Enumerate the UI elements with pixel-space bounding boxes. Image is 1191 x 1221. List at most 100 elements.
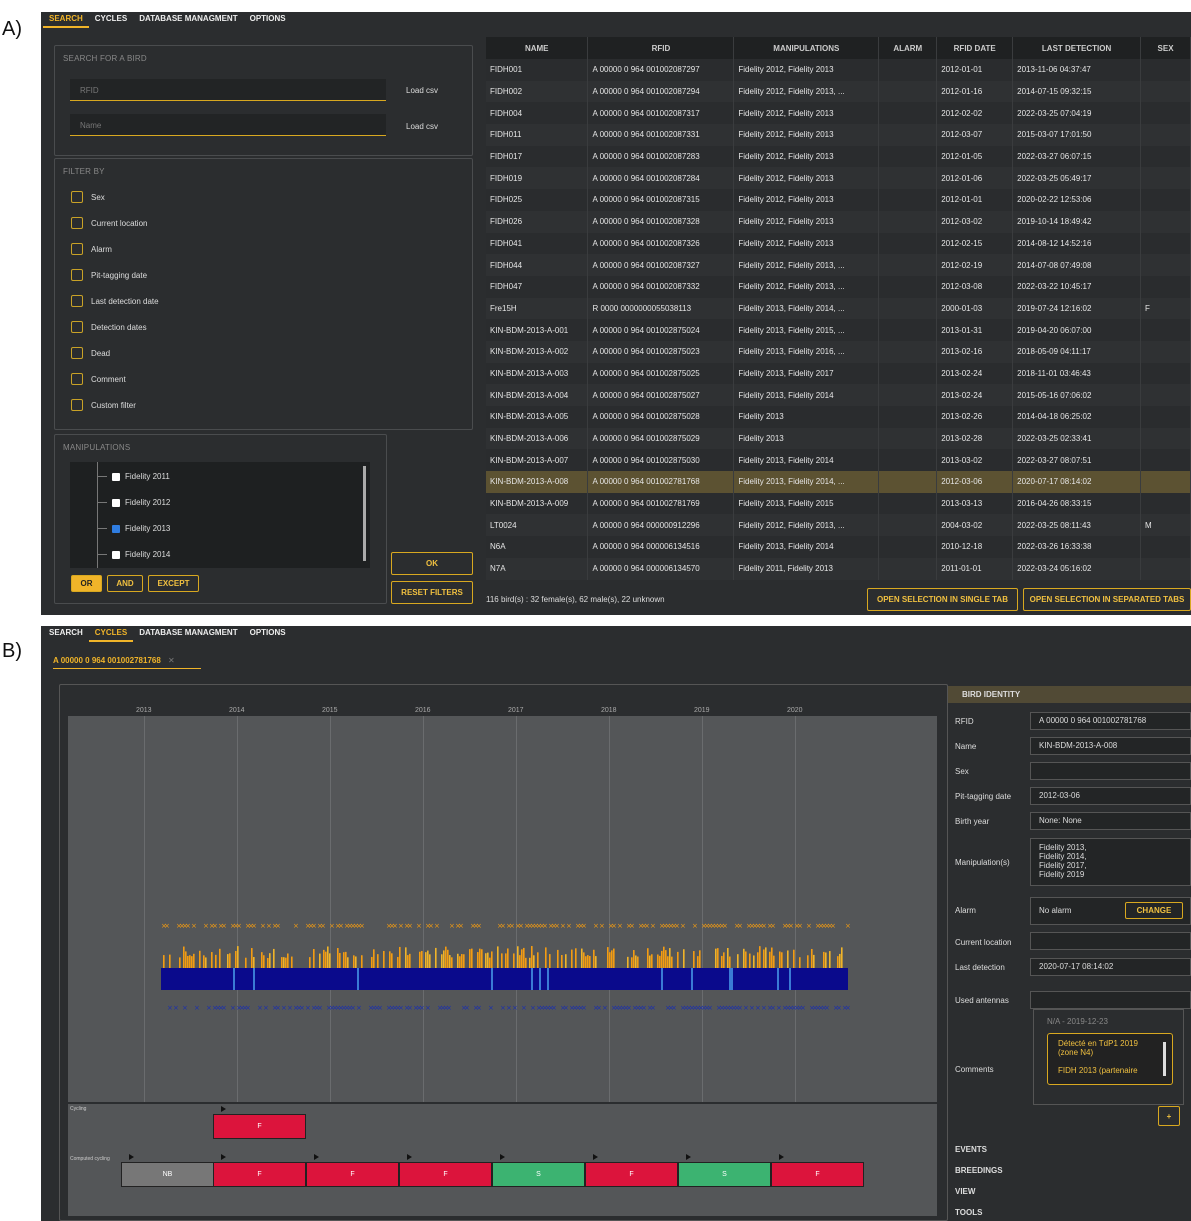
reset-filters-button[interactable]: RESET FILTERS (391, 581, 473, 604)
current-location-field[interactable] (1030, 932, 1191, 950)
menu-database[interactable]: DATABASE MANAGMENT (133, 626, 243, 642)
checkbox[interactable] (71, 191, 83, 203)
and-button[interactable]: AND (107, 575, 143, 592)
bird-tab[interactable]: A 00000 0 964 001002781768 ✕ (53, 656, 201, 669)
table-row[interactable]: FIDH002 A 00000 0 964 001002087294 Fidelit… (486, 80, 1191, 103)
table-row[interactable]: FIDH044 A 00000 0 964 001002087327 Fidelit… (486, 254, 1191, 276)
computed-cycle-segment[interactable]: F (306, 1162, 399, 1187)
cycling-segment[interactable]: F (213, 1114, 306, 1139)
checkbox[interactable] (112, 472, 120, 481)
rfid-field[interactable]: A 00000 0 964 001002781768 (1030, 712, 1191, 730)
filter-dead[interactable]: Dead (71, 347, 110, 359)
close-icon[interactable]: ✕ (168, 656, 175, 665)
checkbox[interactable] (71, 321, 83, 333)
or-button[interactable]: OR (71, 575, 102, 592)
breedings-accordion[interactable]: BREEDINGS (955, 1166, 1003, 1175)
table-row[interactable]: FIDH017 A 00000 0 964 001002087283 Fidelit… (486, 145, 1191, 168)
filter-current-location[interactable]: Current location (71, 217, 147, 229)
col-rfid-date[interactable]: RFID DATE (936, 37, 1014, 59)
last-detection-field[interactable]: 2020-07-17 08:14:02 (1030, 958, 1191, 976)
rfid-input[interactable]: RFID (70, 79, 386, 101)
filter-alarm[interactable]: Alarm (71, 243, 112, 255)
table-row[interactable]: KIN-BDM-2013-A-007 A 00000 0 964 00100287… (486, 449, 1191, 472)
table-row[interactable]: FIDH019 A 00000 0 964 001002087284 Fidelit… (486, 167, 1191, 190)
load-csv-name-button[interactable]: Load csv (406, 122, 438, 131)
tree-scrollbar[interactable] (363, 466, 366, 561)
events-accordion[interactable]: EVENTS (955, 1145, 987, 1154)
filter-last-detection-date[interactable]: Last detection date (71, 295, 159, 307)
checkbox[interactable] (112, 550, 120, 559)
filter-sex[interactable]: Sex (71, 191, 105, 203)
comment-scrollbar[interactable] (1163, 1042, 1166, 1076)
manip-item-2012[interactable]: Fidelity 2012 (97, 498, 170, 507)
load-csv-rfid-button[interactable]: Load csv (406, 86, 438, 95)
except-button[interactable]: EXCEPT (148, 575, 199, 592)
filter-custom[interactable]: Custom filter (71, 399, 136, 411)
checkbox-checked[interactable] (112, 524, 120, 533)
checkbox[interactable] (71, 217, 83, 229)
computed-cycle-segment[interactable]: F (399, 1162, 492, 1187)
name-field[interactable]: KIN-BDM-2013-A-008 (1030, 737, 1191, 755)
col-name[interactable]: NAME (486, 37, 589, 59)
tools-accordion[interactable]: TOOLS (955, 1208, 982, 1217)
table-row[interactable]: FIDH011 A 00000 0 964 001002087331 Fidelit… (486, 124, 1191, 146)
menu-options[interactable]: OPTIONS (244, 12, 292, 28)
table-row[interactable]: FIDH047 A 00000 0 964 001002087332 Fidelit… (486, 275, 1191, 298)
filter-pit-tagging-date[interactable]: Pit-tagging date (71, 269, 147, 281)
table-row[interactable]: LT0024 A 00000 0 964 000000912296 Fidelity… (486, 514, 1191, 537)
manip-item-2013[interactable]: Fidelity 2013 (97, 524, 170, 533)
pit-tagging-date-field[interactable]: 2012-03-06 (1030, 787, 1191, 805)
menu-database[interactable]: DATABASE MANAGMENT (133, 12, 243, 28)
manipulations-field[interactable]: Fidelity 2013, Fidelity 2014, Fidelity 2… (1030, 838, 1191, 886)
change-alarm-button[interactable]: CHANGE (1125, 902, 1183, 919)
menu-cycles[interactable]: CYCLES (89, 12, 133, 28)
bird-identity-header[interactable]: BIRD IDENTITY (948, 686, 1191, 703)
table-row[interactable]: Fre15H R 0000 0000000055038113 Fidelity 20… (486, 297, 1191, 320)
used-antennas-field[interactable] (1030, 991, 1191, 1009)
checkbox[interactable] (71, 269, 83, 281)
col-last-detection[interactable]: LAST DETECTION (1012, 37, 1142, 59)
ok-button[interactable]: OK (391, 552, 473, 575)
sex-field[interactable] (1030, 762, 1191, 780)
menu-cycles[interactable]: CYCLES (88, 626, 134, 642)
computed-cycle-segment[interactable]: F (585, 1162, 678, 1187)
manip-item-2014[interactable]: Fidelity 2014 (97, 550, 170, 559)
computed-cycle-segment[interactable]: NB (121, 1162, 214, 1187)
table-row[interactable]: KIN-BDM-2013-A-004 A 00000 0 964 00100287… (486, 384, 1191, 406)
table-row[interactable]: KIN-BDM-2013-A-001 A 00000 0 964 00100287… (486, 319, 1191, 341)
menu-search[interactable]: SEARCH (43, 626, 89, 642)
open-single-tab-button[interactable]: OPEN SELECTION IN SINGLE TAB (867, 588, 1018, 611)
computed-cycle-segment[interactable]: F (213, 1162, 306, 1187)
filter-detection-dates[interactable]: Detection dates (71, 321, 147, 333)
table-row[interactable]: FIDH041 A 00000 0 964 001002087326 Fidelit… (486, 232, 1191, 255)
menu-search[interactable]: SEARCH (43, 12, 89, 28)
computed-cycle-segment[interactable]: S (492, 1162, 585, 1187)
table-row[interactable]: N6A A 00000 0 964 000006134516 Fidelity 20… (486, 536, 1191, 558)
table-row[interactable]: N7A A 00000 0 964 000006134570 Fidelity 20… (486, 557, 1191, 580)
col-alarm[interactable]: ALARM (878, 37, 938, 59)
checkbox[interactable] (71, 243, 83, 255)
table-row[interactable]: KIN-BDM-2013-A-002 A 00000 0 964 00100287… (486, 340, 1191, 363)
menu-options[interactable]: OPTIONS (244, 626, 292, 642)
col-rfid[interactable]: RFID (587, 37, 735, 59)
open-separated-tabs-button[interactable]: OPEN SELECTION IN SEPARATED TABS (1023, 588, 1191, 611)
table-row[interactable]: KIN-BDM-2013-A-005 A 00000 0 964 00100287… (486, 406, 1191, 428)
manip-item-2011[interactable]: Fidelity 2011 (97, 472, 170, 481)
computed-cycle-segment[interactable]: F (771, 1162, 864, 1187)
table-row[interactable]: FIDH025 A 00000 0 964 001002087315 Fidelit… (486, 189, 1191, 211)
comment-card[interactable]: Détecté en TdP1 2019 (zone N4) FIDH 2013… (1047, 1033, 1173, 1085)
filter-comment[interactable]: Comment (71, 373, 126, 385)
col-sex[interactable]: SEX (1140, 37, 1191, 59)
table-row[interactable]: FIDH004 A 00000 0 964 001002087317 Fidelit… (486, 102, 1191, 125)
checkbox[interactable] (71, 399, 83, 411)
computed-cycle-segment[interactable]: S (678, 1162, 771, 1187)
table-row[interactable]: KIN-BDM-2013-A-009 A 00000 0 964 00100278… (486, 492, 1191, 515)
checkbox[interactable] (71, 373, 83, 385)
checkbox[interactable] (71, 347, 83, 359)
birth-year-field[interactable]: None: None (1030, 812, 1191, 830)
checkbox[interactable] (112, 498, 120, 507)
table-row[interactable]: KIN-BDM-2013-A-006 A 00000 0 964 00100287… (486, 427, 1191, 450)
table-row[interactable]: KIN-BDM-2013-A-003 A 00000 0 964 00100287… (486, 362, 1191, 385)
checkbox[interactable] (71, 295, 83, 307)
table-row[interactable]: KIN-BDM-2013-A-008 A 00000 0 964 00100278… (486, 471, 1191, 493)
